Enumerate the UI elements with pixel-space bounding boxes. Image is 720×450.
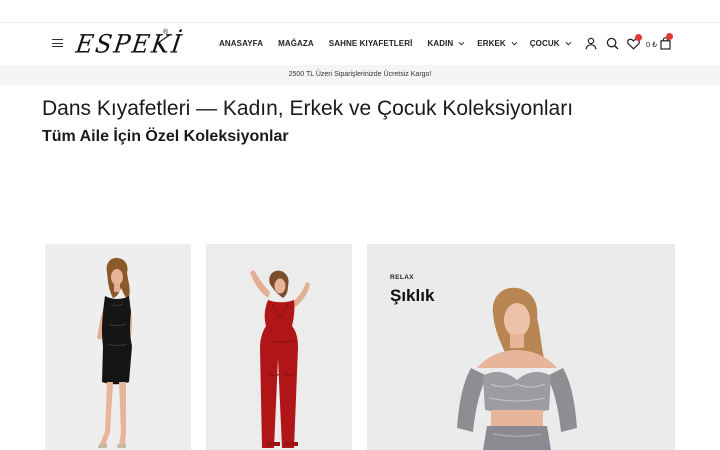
model-image [250, 270, 310, 448]
cart-total: 0 ₺ [646, 40, 658, 49]
cart-badge [666, 33, 673, 40]
wishlist-badge [635, 34, 642, 41]
chevron-down-icon [511, 39, 518, 45]
product-card-red-jumpsuit[interactable] [206, 244, 352, 450]
top-strip [0, 0, 720, 23]
nav-label: SAHNE KIYAFETLERİ [328, 39, 413, 48]
logo[interactable]: ESPEKİ ® [74, 28, 185, 62]
nav-label: ANASAYFA [219, 39, 264, 48]
heart-icon[interactable] [627, 34, 642, 55]
promo-bar: 2500 TL Üzeri Siparişlerinizde Ücretsiz … [0, 65, 720, 85]
nav-label: KADIN [427, 39, 454, 48]
user-icon[interactable] [585, 37, 597, 55]
nav-item-anasayfa[interactable]: ANASAYFA [219, 39, 263, 48]
nav-label: ERKEK [477, 39, 506, 48]
menu-icon[interactable] [52, 38, 63, 48]
model-image [457, 287, 577, 450]
site-header: ESPEKİ ® ANASAYFA MAĞAZA SAHNE KIYAFETLE… [0, 24, 720, 65]
nav-label: MAĞAZA [278, 39, 314, 48]
page-title: Dans Kıyafetleri — Kadın, Erkek ve Çocuk… [42, 97, 574, 120]
nav-item-magaza[interactable]: MAĞAZA [278, 39, 314, 48]
search-icon[interactable] [606, 37, 619, 55]
nav-item-erkek[interactable]: ERKEK [477, 39, 518, 48]
model-image [97, 257, 133, 448]
chevron-down-icon [565, 39, 571, 45]
nav-item-kadin[interactable]: KADIN [427, 39, 465, 48]
main-nav: ANASAYFA MAĞAZA SAHNE KIYAFETLERİ KADIN … [219, 39, 584, 48]
registered-mark: ® [163, 29, 169, 36]
chevron-down-icon [458, 39, 465, 45]
nav-item-sahne-kiyafetleri[interactable]: SAHNE KIYAFETLERİ [329, 39, 413, 48]
page-subtitle: Tüm Aile İçin Özel Koleksiyonlar [42, 128, 289, 145]
collection-banner-siklik[interactable]: RELAX Şıklık [367, 244, 675, 450]
promo-text: 2500 TL Üzeri Siparişlerinizde Ücretsiz … [288, 71, 432, 78]
nav-item-cocuk[interactable]: ÇOCUK [529, 39, 571, 48]
cart-icon[interactable] [660, 33, 673, 55]
nav-label: ÇOCUK [529, 39, 560, 48]
product-card-black-dress[interactable] [45, 244, 191, 450]
logo-text: ESPEKİ [73, 29, 186, 59]
